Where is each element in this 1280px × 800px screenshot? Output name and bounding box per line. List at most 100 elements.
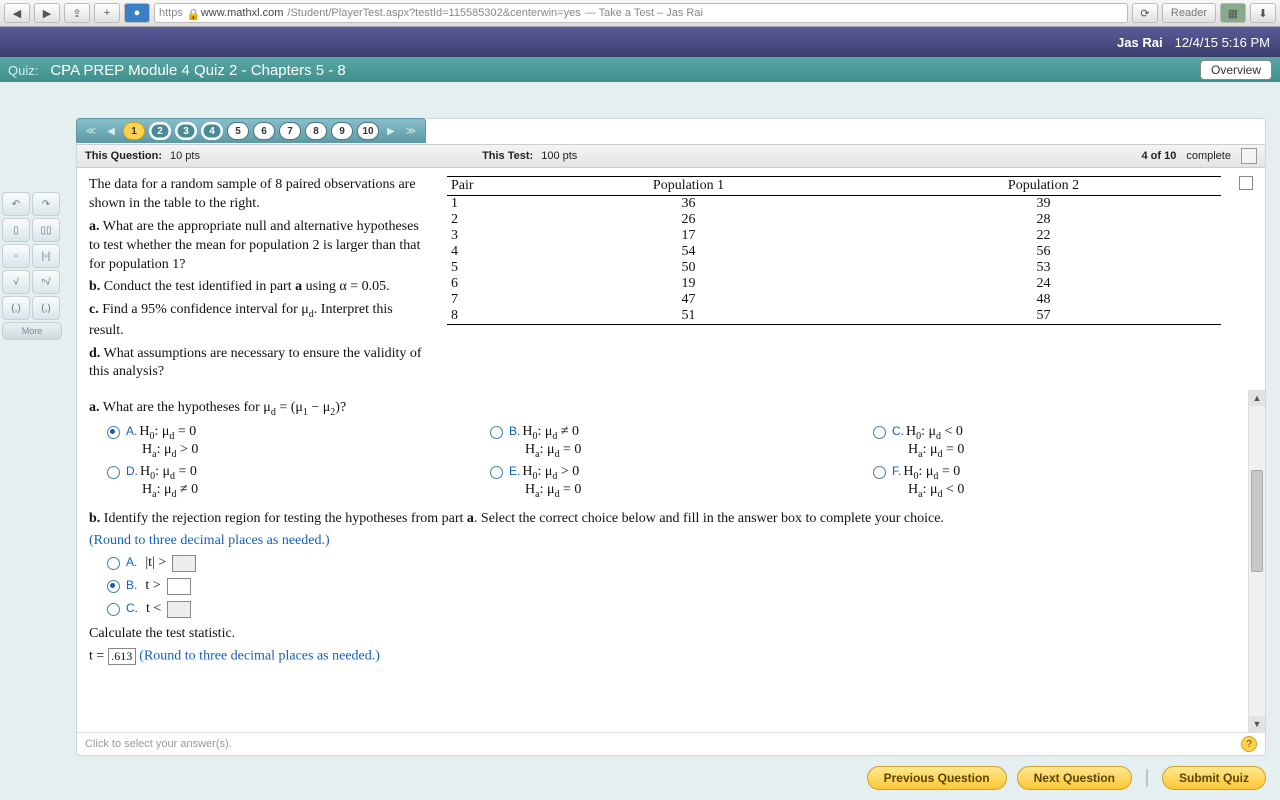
radio-icon[interactable] [873,426,886,439]
progress-complete: complete [1186,150,1231,162]
radio-icon[interactable] [873,466,886,479]
forward-button[interactable]: ▶ [34,3,60,23]
qa-option-D[interactable]: D.H0: μd = 0Ha: μd ≠ 0 [107,464,470,500]
table-header: Pair [447,177,511,196]
previous-question-button[interactable]: Previous Question [867,766,1007,790]
expand-table-icon[interactable] [1239,176,1253,190]
nav-prev[interactable]: ◀ [103,123,119,139]
this-test-label: This Test: [482,150,533,162]
table-cell: 7 [447,292,511,308]
option-key: E. [509,464,520,478]
qb-option-C[interactable]: C.t < [107,601,1236,618]
nav-first[interactable]: ≪ [83,123,99,139]
radio-icon[interactable] [107,580,120,593]
nav-question-3[interactable]: 3 [175,122,197,140]
help-icon[interactable]: ? [1241,736,1257,752]
nav-question-1[interactable]: 1 [123,122,145,140]
nav-last[interactable]: ≫ [403,123,419,139]
nav-question-2[interactable]: 2 [149,122,171,140]
radio-icon[interactable] [490,466,503,479]
popout-icon[interactable] [1241,148,1257,164]
reader-button[interactable]: Reader [1162,3,1216,23]
option-text: |t| > [145,555,166,571]
radio-icon[interactable] [490,426,503,439]
tool-more[interactable]: More [2,322,62,340]
scroll-down-icon[interactable]: ▼ [1249,716,1265,732]
lock-icon: 🔒 [187,8,197,18]
tool-interval[interactable]: (,) [32,296,60,320]
table-cell: 8 [447,308,511,325]
answer-box[interactable] [172,555,196,572]
url-title-suffix: — Take a Test – Jas Rai [585,7,703,19]
info-row: This Question:10 pts This Test:100 pts 4… [77,144,1265,168]
qa-option-A[interactable]: A.H0: μd = 0Ha: μd > 0 [107,424,470,460]
qb-stat-prefix: t = [89,649,108,664]
qa-option-F[interactable]: F.H0: μd = 0Ha: μd < 0 [873,464,1236,500]
add-tab-button[interactable]: + [94,3,120,23]
option-text: t < [146,601,161,617]
option-h0: H0: μd = 0 [139,424,196,439]
url-scheme: https [159,7,183,19]
problem-c: c. Find a 95% confidence interval for μd… [89,301,429,340]
option-h0: H0: μd > 0 [522,464,579,479]
nav-next[interactable]: ▶ [383,123,399,139]
answer-box[interactable] [167,578,191,595]
problem-b: b. Conduct the test identified in part a… [89,278,429,297]
nav-question-7[interactable]: 7 [279,122,301,140]
tool-sqrt[interactable]: √ [2,270,30,294]
qb-option-B[interactable]: B.t > [107,578,1236,595]
qb-option-A[interactable]: A.|t| > [107,555,1236,572]
qa-option-E[interactable]: E.H0: μd > 0Ha: μd = 0 [490,464,853,500]
nav-question-5[interactable]: 5 [227,122,249,140]
downloads-button[interactable]: ⬇ [1250,3,1276,23]
table-cell: 17 [511,228,866,244]
option-key: F. [892,464,901,478]
t-statistic-input[interactable]: .613 [108,648,136,665]
main-card: ≪ ◀ 12345678910 ▶ ≫ This Question:10 pts… [76,118,1266,756]
scroll-thumb[interactable] [1251,470,1263,572]
url-bar[interactable]: https 🔒 www.mathxl.com /Student/PlayerTe… [154,3,1128,23]
table-cell: 48 [866,292,1221,308]
tool-undo[interactable]: ↶ [2,192,30,216]
share-button[interactable]: ⇪ [64,3,90,23]
next-question-button[interactable]: Next Question [1017,766,1132,790]
qa-option-C[interactable]: C.H0: μd < 0Ha: μd = 0 [873,424,1236,460]
radio-icon[interactable] [107,426,120,439]
overview-button[interactable]: Overview [1200,60,1272,80]
reload-button[interactable]: ⟳ [1132,3,1158,23]
vertical-scrollbar[interactable]: ▲ ▼ [1248,390,1265,732]
radio-icon[interactable] [107,466,120,479]
radio-icon[interactable] [107,603,120,616]
tool-redo[interactable]: ↷ [32,192,60,216]
option-key: B. [126,578,137,592]
option-ha: Ha: μd ≠ 0 [142,482,198,497]
tool-paren[interactable]: (,) [2,296,30,320]
tool-exp[interactable]: ▫ [2,244,30,268]
option-ha: Ha: μd = 0 [525,442,581,457]
this-question-pts: 10 pts [170,150,200,162]
qa-option-B[interactable]: B.H0: μd ≠ 0Ha: μd = 0 [490,424,853,460]
submit-quiz-button[interactable]: Submit Quiz [1162,766,1266,790]
nav-question-6[interactable]: 6 [253,122,275,140]
table-cell: 5 [447,260,511,276]
tool-nroot[interactable]: ⁿ√ [32,270,60,294]
problem-a: a. What are the appropriate null and alt… [89,218,429,275]
nav-question-4[interactable]: 4 [201,122,223,140]
answer-box[interactable] [167,601,191,618]
option-key: D. [126,464,138,478]
tool-mixed[interactable]: ▯▯ [32,218,60,242]
table-cell: 50 [511,260,866,276]
scroll-up-icon[interactable]: ▲ [1249,390,1265,406]
bottom-bar: Previous Question Next Question Submit Q… [76,762,1266,794]
nav-question-9[interactable]: 9 [331,122,353,140]
tool-fraction[interactable]: ▯ [2,218,30,242]
nav-question-10[interactable]: 10 [357,122,379,140]
tool-abs[interactable]: |▫| [32,244,60,268]
nav-question-8[interactable]: 8 [305,122,327,140]
radio-icon[interactable] [107,557,120,570]
back-button[interactable]: ◀ [4,3,30,23]
bookmark-button[interactable]: ▦ [1220,3,1246,23]
qa-prompt: a. What are the hypotheses for μd = (μ1 … [89,400,1236,418]
table-cell: 36 [511,196,866,213]
quiz-title: CPA PREP Module 4 Quiz 2 - Chapters 5 - … [50,62,345,79]
